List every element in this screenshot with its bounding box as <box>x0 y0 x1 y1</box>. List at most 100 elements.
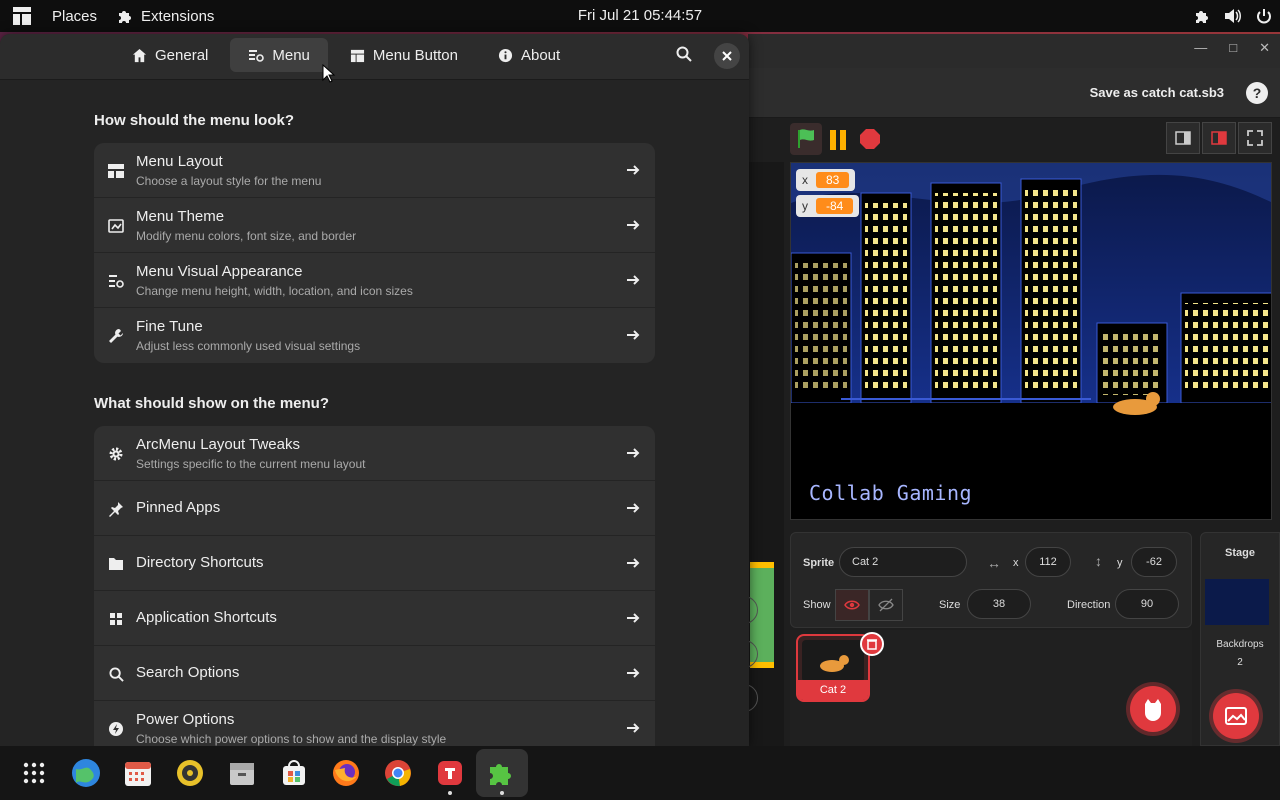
row-menu-visual-appearance[interactable]: Menu Visual Appearance Change menu heigh… <box>94 253 655 308</box>
search-button[interactable] <box>676 46 692 67</box>
direction-input[interactable]: 90 <box>1115 589 1179 619</box>
row-pinned-apps[interactable]: Pinned Apps <box>94 481 655 536</box>
help-button[interactable]: ? <box>1246 82 1268 104</box>
settings-header: General Menu Menu Button About <box>0 34 749 83</box>
calendar-icon <box>125 762 151 786</box>
places-label: Places <box>52 7 98 25</box>
theme-icon <box>108 219 124 233</box>
layout-icon <box>108 164 124 178</box>
row-application-shortcuts[interactable]: Application Shortcuts <box>94 591 655 646</box>
dock-item-extensions[interactable] <box>476 749 528 797</box>
large-stage-button[interactable] <box>1202 122 1236 154</box>
firefox-icon <box>333 760 359 786</box>
row-layout-tweaks[interactable]: ArcMenu Layout Tweaks Settings specific … <box>94 426 655 481</box>
row-fine-tune[interactable]: Fine Tune Adjust less commonly used visu… <box>94 308 655 363</box>
dock-item-chrome[interactable] <box>372 749 424 797</box>
arrow-right-icon <box>627 558 640 568</box>
hide-sprite-button[interactable] <box>869 589 903 621</box>
sprite-info-panel: Sprite Cat 2 ↔ x 112 ↕ y -62 Show Size 3… <box>790 532 1192 628</box>
dock-item-browser[interactable] <box>60 749 112 797</box>
search-icon <box>676 46 692 62</box>
dock-item-scratch[interactable] <box>424 749 476 797</box>
dock-item-music[interactable] <box>164 749 216 797</box>
monitor-y-label: y <box>802 199 808 213</box>
tab-menu[interactable]: Menu <box>230 38 328 72</box>
scratch-app-icon <box>438 761 462 785</box>
tab-label: Menu Button <box>372 46 458 64</box>
delete-sprite-button[interactable] <box>860 632 884 656</box>
arrow-right-icon <box>627 613 640 623</box>
close-button[interactable] <box>714 43 740 69</box>
minimize-icon[interactable]: — <box>1194 40 1207 56</box>
stage-selector[interactable]: Stage Backdrops 2 <box>1200 532 1280 746</box>
row-power-options[interactable]: Power Options Choose which power options… <box>94 701 655 746</box>
dock-item-app-grid[interactable] <box>8 749 60 797</box>
variable-monitor-y: y -84 <box>796 195 860 217</box>
stage-label: Stage <box>1225 547 1255 559</box>
sprite-name-input[interactable]: Cat 2 <box>839 547 967 577</box>
tab-menu-button[interactable]: Menu Button <box>332 38 476 72</box>
show-sprite-button[interactable] <box>835 589 869 621</box>
close-icon <box>722 51 732 61</box>
activities-button[interactable] <box>0 0 42 32</box>
tab-label: About <box>520 46 561 64</box>
power-icon[interactable] <box>1256 8 1272 24</box>
fullscreen-button[interactable] <box>1238 122 1272 154</box>
dock-item-archive[interactable] <box>216 749 268 797</box>
music-player-icon <box>177 760 203 786</box>
y-input[interactable]: -62 <box>1131 547 1177 577</box>
monitor-x-value: 83 <box>816 172 850 188</box>
pause-button[interactable] <box>828 130 848 150</box>
tab-about[interactable]: About <box>480 38 578 72</box>
window-close-icon[interactable]: ✕ <box>1259 40 1270 56</box>
size-input[interactable]: 38 <box>967 589 1031 619</box>
row-directory-shortcuts[interactable]: Directory Shortcuts <box>94 536 655 591</box>
dock-item-calendar[interactable] <box>112 749 164 797</box>
dock-item-software[interactable] <box>268 749 320 797</box>
add-sprite-button[interactable] <box>1130 686 1176 732</box>
x-input[interactable]: 112 <box>1025 547 1071 577</box>
stage-thumbnail <box>1205 579 1269 625</box>
maximize-icon[interactable]: □ <box>1229 40 1237 56</box>
cat-icon <box>820 655 849 672</box>
sprite-tile-name: Cat 2 <box>798 680 868 700</box>
category-circle[interactable] <box>748 684 758 712</box>
sprite-label: Sprite <box>803 557 835 569</box>
row-menu-theme[interactable]: Menu Theme Modify menu colors, font size… <box>94 198 655 253</box>
scratch-window: — □ ✕ Save as catch cat.sb3 ? x 83 y -84… <box>748 34 1280 746</box>
save-project-button[interactable]: Save as catch cat.sb3 <box>1090 85 1224 100</box>
places-menu[interactable]: Places <box>42 0 107 32</box>
app-grid-icon <box>23 762 45 784</box>
arrow-right-icon <box>627 275 640 285</box>
extensions-menu[interactable]: Extensions <box>107 0 224 32</box>
running-indicator <box>448 791 452 795</box>
backdrops-count: 2 <box>1237 657 1243 668</box>
row-menu-layout[interactable]: Menu Layout Choose a layout style for th… <box>94 143 655 198</box>
add-backdrop-icon <box>1225 707 1247 725</box>
small-stage-button[interactable] <box>1166 122 1200 154</box>
row-title: Menu Visual Appearance <box>136 263 303 280</box>
eye-off-icon <box>878 598 894 612</box>
tab-general[interactable]: General <box>114 38 226 72</box>
extensions-tray-icon[interactable] <box>1194 8 1210 24</box>
dock-item-firefox[interactable] <box>320 749 372 797</box>
menu-settings-icon <box>249 49 265 62</box>
add-backdrop-button[interactable] <box>1213 693 1259 739</box>
appearance-icon <box>109 275 124 288</box>
row-search-options[interactable]: Search Options <box>94 646 655 701</box>
monitor-x-label: x <box>802 173 808 187</box>
green-flag-button[interactable] <box>790 123 822 155</box>
sprite-tile[interactable]: Cat 2 <box>796 632 884 702</box>
volume-icon[interactable] <box>1224 8 1242 24</box>
wrench-icon <box>109 329 123 343</box>
clock[interactable]: Fri Jul 21 05:44:57 <box>578 7 702 24</box>
running-indicator <box>500 791 504 795</box>
row-title: Pinned Apps <box>136 499 221 516</box>
arrow-right-icon <box>627 668 640 678</box>
row-subtitle: Choose which power options to show and t… <box>136 732 447 746</box>
stop-button[interactable] <box>860 129 880 149</box>
window-titlebar[interactable]: — □ ✕ <box>748 34 1280 68</box>
small-stage-icon <box>1175 131 1191 145</box>
stage-canvas[interactable]: x 83 y -84 Collab Gaming <box>790 162 1272 520</box>
gear-icon <box>109 447 123 461</box>
